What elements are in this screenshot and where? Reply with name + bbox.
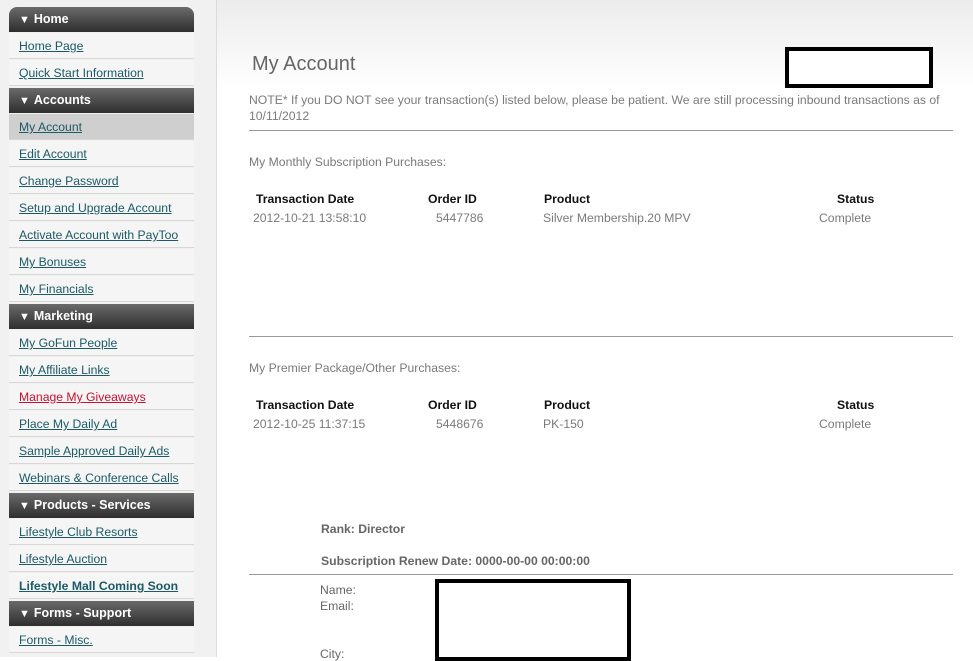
section-header-accounts: ▼ Accounts [9,88,194,113]
col-transaction-date: Transaction Date [256,398,355,412]
col-order-id: Order ID [428,192,477,206]
section-header-forms-support: ▼ Forms - Support [9,601,194,626]
premier-row-order: 5448676 [436,417,484,431]
monthly-row-order: 5447786 [436,211,484,225]
sidebar-item-activate-paytoo[interactable]: Activate Account with PayToo [9,222,194,248]
triangle-down-icon: ▼ [19,95,30,107]
rank-label: Rank: Director [321,522,405,536]
sidebar-item-place-daily-ad[interactable]: Place My Daily Ad [9,411,194,437]
sidebar-item-lifestyle-auction[interactable]: Lifestyle Auction [9,546,194,572]
name-field-label: Name: [320,583,356,597]
sidebar-item-home-page[interactable]: Home Page [9,33,194,59]
sidebar-item-my-account[interactable]: My Account [9,114,194,140]
sidebar-item-sample-daily-ads[interactable]: Sample Approved Daily Ads [9,438,194,464]
page-title: My Account [252,53,356,75]
sidebar-item-gofun-people[interactable]: My GoFun People [9,330,194,356]
monthly-row-product: Silver Membership.20 MPV [543,211,691,225]
divider [249,130,953,131]
sidebar-item-my-bonuses[interactable]: My Bonuses [9,249,194,275]
section-header-home: ▼ Home [9,7,194,32]
sidebar-item-lifestyle-mall[interactable]: Lifestyle Mall Coming Soon [9,573,194,599]
triangle-down-icon: ▼ [19,311,30,323]
premier-row-date: 2012-10-25 11:37:15 [253,417,366,431]
city-field-label: City: [320,647,345,661]
monthly-row-date: 2012-10-21 13:58:10 [253,211,367,225]
sidebar-item-webinars[interactable]: Webinars & Conference Calls [9,465,194,491]
divider [249,574,953,575]
col-product: Product [544,192,591,206]
redacted-box [785,47,933,88]
monthly-purchases-label: My Monthly Subscription Purchases: [249,155,447,169]
monthly-row-status: Complete [819,211,872,225]
premier-row-status: Complete [819,417,872,431]
premier-purchases-label: My Premier Package/Other Purchases: [249,361,461,375]
sidebar-item-change-password[interactable]: Change Password [9,168,194,194]
sidebar: ▼ Home Home Page Quick Start Information … [0,0,217,657]
col-status: Status [837,398,875,412]
col-product: Product [544,398,591,412]
triangle-down-icon: ▼ [19,500,30,512]
triangle-down-icon: ▼ [19,608,30,620]
sidebar-item-club-resorts[interactable]: Lifestyle Club Resorts [9,519,194,545]
triangle-down-icon: ▼ [19,14,30,26]
sidebar-item-edit-account[interactable]: Edit Account [9,141,194,167]
email-field-label: Email: [320,599,354,613]
section-header-marketing: ▼ Marketing [9,304,194,329]
redacted-box [435,579,631,661]
col-order-id: Order ID [428,398,477,412]
divider [249,336,953,337]
col-transaction-date: Transaction Date [256,192,355,206]
sidebar-item-quick-start[interactable]: Quick Start Information [9,60,194,86]
subscription-renew-date: Subscription Renew Date: 0000-00-00 00:0… [321,554,590,568]
main-content: My Account NOTE* If you DO NOT see your … [217,0,973,661]
premier-row-product: PK-150 [543,417,584,431]
processing-note: NOTE* If you DO NOT see your transaction… [249,93,940,123]
sidebar-item-forms-misc[interactable]: Forms - Misc. [9,627,194,653]
sidebar-item-setup-upgrade[interactable]: Setup and Upgrade Account [9,195,194,221]
col-status: Status [837,192,875,206]
sidebar-item-my-financials[interactable]: My Financials [9,276,194,302]
sidebar-item-affiliate-links[interactable]: My Affiliate Links [9,357,194,383]
sidebar-item-manage-giveaways[interactable]: Manage My Giveaways [9,384,194,410]
section-header-products-services: ▼ Products - Services [9,493,194,518]
